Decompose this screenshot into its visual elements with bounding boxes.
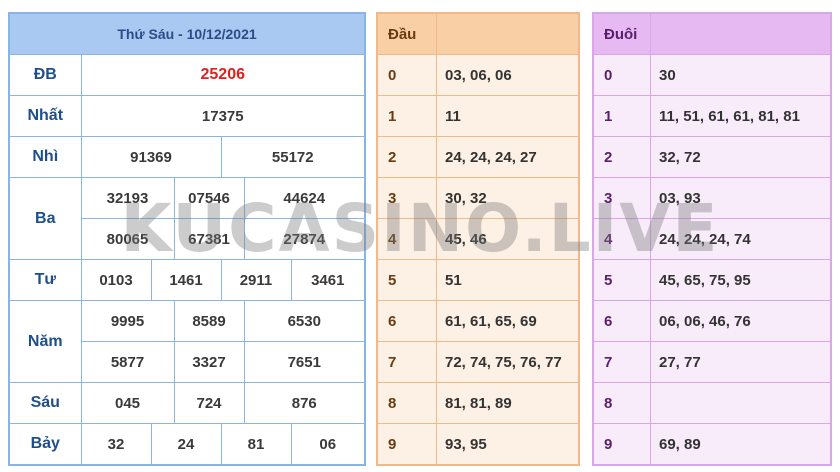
dau-key: 1 (376, 95, 437, 137)
prize-nhi-value: 91369 (80, 136, 222, 178)
duoi-key: 1 (592, 95, 651, 137)
dau-value: 51 (436, 259, 580, 301)
results-table: Thứ Sáu - 10/12/2021 ĐB 25206 Nhất 17375… (8, 12, 367, 466)
dau-value: 45, 46 (436, 218, 580, 260)
prize-tu-value: 2911 (220, 259, 292, 301)
dau-table: Đầu 0 03, 06, 06 1 11 2 24, 24, 24, 27 3 30,… (376, 12, 580, 466)
dau-key: 6 (376, 300, 437, 342)
duoi-key: 8 (592, 382, 651, 424)
prize-ba-value: 27874 (243, 218, 366, 260)
prize-tu-value: 1461 (150, 259, 222, 301)
prize-label-nam: Năm (8, 300, 82, 383)
prize-label-sau: Sáu (8, 382, 82, 424)
dau-key: 3 (376, 177, 437, 219)
dau-key: 0 (376, 54, 437, 96)
duoi-value: 24, 24, 24, 74 (650, 218, 832, 260)
prize-db-value: 25206 (80, 54, 366, 96)
prize-nam-value: 3327 (173, 341, 245, 383)
dau-value: 72, 74, 75, 76, 77 (436, 341, 580, 383)
prize-nam-value: 8589 (173, 300, 245, 342)
prize-bay-value: 32 (80, 423, 152, 466)
duoi-key: 2 (592, 136, 651, 178)
prize-nam-value: 5877 (80, 341, 175, 383)
duoi-value: 06, 06, 46, 76 (650, 300, 832, 342)
duoi-value: 45, 65, 75, 95 (650, 259, 832, 301)
prize-label-ba: Ba (8, 177, 82, 260)
prize-sau-value: 724 (173, 382, 245, 424)
dau-value: 24, 24, 24, 27 (436, 136, 580, 178)
duoi-header: Đuôi (592, 12, 651, 55)
dau-header-blank (436, 12, 580, 55)
prize-sau-value: 876 (243, 382, 366, 424)
prize-tu-value: 3461 (290, 259, 366, 301)
dau-value: 11 (436, 95, 580, 137)
dau-value: 61, 61, 65, 69 (436, 300, 580, 342)
prize-label-nhi: Nhì (8, 136, 82, 178)
results-table-panel: Thứ Sáu - 10/12/2021 ĐB 25206 Nhất 17375… (8, 12, 367, 466)
prize-ba-value: 44624 (243, 177, 366, 219)
dau-key: 4 (376, 218, 437, 260)
prize-ba-value: 80065 (80, 218, 175, 260)
prize-bay-value: 81 (220, 423, 292, 466)
duoi-key: 5 (592, 259, 651, 301)
prize-label-bay: Bảy (8, 423, 82, 466)
duoi-value: 11, 51, 61, 61, 81, 81 (650, 95, 832, 137)
duoi-value: 69, 89 (650, 423, 832, 466)
prize-bay-value: 06 (290, 423, 366, 466)
prize-tu-value: 0103 (80, 259, 152, 301)
duoi-value (650, 382, 832, 424)
duoi-key: 0 (592, 54, 651, 96)
dau-table-panel: Đầu 0 03, 06, 06 1 11 2 24, 24, 24, 27 3 30,… (376, 12, 580, 466)
dau-key: 7 (376, 341, 437, 383)
duoi-header-blank (650, 12, 832, 55)
dau-key: 5 (376, 259, 437, 301)
duoi-value: 30 (650, 54, 832, 96)
prize-label-nhat: Nhất (8, 95, 82, 137)
dau-key: 8 (376, 382, 437, 424)
prize-nhat-value: 17375 (80, 95, 366, 137)
prize-ba-value: 32193 (80, 177, 175, 219)
dau-value: 30, 32 (436, 177, 580, 219)
prize-ba-value: 67381 (173, 218, 245, 260)
duoi-key: 9 (592, 423, 651, 466)
prize-nam-value: 7651 (243, 341, 366, 383)
prize-bay-value: 24 (150, 423, 222, 466)
duoi-key: 7 (592, 341, 651, 383)
prize-label-tu: Tư (8, 259, 82, 301)
duoi-table-panel: Đuôi 0 30 1 11, 51, 61, 61, 81, 81 2 32, 72… (592, 12, 832, 466)
prize-sau-value: 045 (80, 382, 175, 424)
prize-nam-value: 6530 (243, 300, 366, 342)
dau-value: 93, 95 (436, 423, 580, 466)
duoi-key: 3 (592, 177, 651, 219)
duoi-value: 03, 93 (650, 177, 832, 219)
prize-ba-value: 07546 (173, 177, 245, 219)
duoi-value: 32, 72 (650, 136, 832, 178)
dau-value: 81, 81, 89 (436, 382, 580, 424)
duoi-value: 27, 77 (650, 341, 832, 383)
dau-value: 03, 06, 06 (436, 54, 580, 96)
dau-key: 9 (376, 423, 437, 466)
dau-header: Đầu (376, 12, 437, 55)
duoi-key: 4 (592, 218, 651, 260)
results-date-header: Thứ Sáu - 10/12/2021 (8, 12, 366, 55)
prize-nam-value: 9995 (80, 300, 175, 342)
dau-key: 2 (376, 136, 437, 178)
prize-nhi-value: 55172 (220, 136, 366, 178)
duoi-table: Đuôi 0 30 1 11, 51, 61, 61, 81, 81 2 32, 72… (592, 12, 832, 466)
duoi-key: 6 (592, 300, 651, 342)
prize-label-db: ĐB (8, 54, 82, 96)
